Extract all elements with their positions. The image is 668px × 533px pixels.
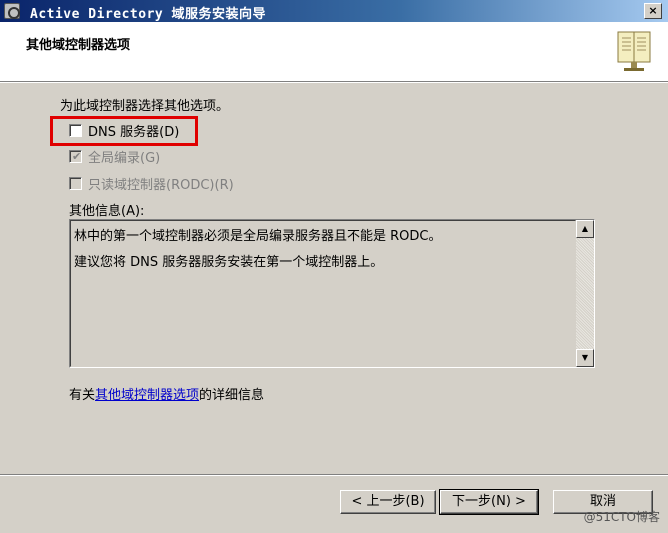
more-info-suffix: 的详细信息 bbox=[199, 388, 265, 403]
global-catalog-checkbox: ✔ bbox=[69, 149, 82, 163]
window-title: Active Directory 域服务安装向导 bbox=[30, 7, 267, 22]
more-info-link[interactable]: 其他域控制器选项 bbox=[95, 388, 199, 403]
app-icon bbox=[4, 3, 20, 19]
vertical-scrollbar[interactable]: ▲ ▼ bbox=[576, 220, 594, 367]
check-mark-icon: ✔ bbox=[72, 149, 82, 163]
instruction-text: 为此域控制器选择其他选项。 bbox=[60, 99, 230, 114]
wizard-header: 其他域控制器选项 bbox=[0, 22, 668, 82]
additional-info-textbox[interactable]: 林中的第一个域控制器必须是全局编录服务器且不能是 RODC。 建议您将 DNS … bbox=[69, 219, 595, 368]
rodc-checkbox bbox=[69, 176, 82, 190]
info-line: 林中的第一个域控制器必须是全局编录服务器且不能是 RODC。 bbox=[74, 229, 442, 244]
rodc-label: 只读域控制器(RODC)(R) bbox=[88, 177, 234, 193]
close-button[interactable]: × bbox=[644, 3, 662, 19]
book-icon bbox=[617, 31, 651, 71]
more-info-text: 有关其他域控制器选项的详细信息 bbox=[69, 384, 264, 403]
scroll-down-button[interactable]: ▼ bbox=[576, 349, 594, 367]
more-info-prefix: 有关 bbox=[69, 388, 96, 403]
back-button[interactable]: < 上一步(B) bbox=[340, 490, 436, 514]
rodc-option: 只读域控制器(RODC)(R) bbox=[69, 174, 234, 193]
info-line: 建议您将 DNS 服务器服务安装在第一个域控制器上。 bbox=[74, 255, 384, 270]
global-catalog-option: ✔ 全局编录(G) bbox=[69, 147, 161, 166]
additional-info-label: 其他信息(A): bbox=[69, 204, 145, 219]
watermark: @51CTO博客 bbox=[583, 510, 660, 524]
global-catalog-label: 全局编录(G) bbox=[88, 150, 161, 166]
page-title: 其他域控制器选项 bbox=[26, 38, 131, 53]
highlight-annotation bbox=[50, 116, 198, 146]
next-button[interactable]: 下一步(N) > bbox=[439, 489, 539, 515]
footer-divider bbox=[0, 474, 668, 476]
title-bar: Active Directory 域服务安装向导 × bbox=[0, 0, 668, 22]
scroll-up-button[interactable]: ▲ bbox=[576, 220, 594, 238]
